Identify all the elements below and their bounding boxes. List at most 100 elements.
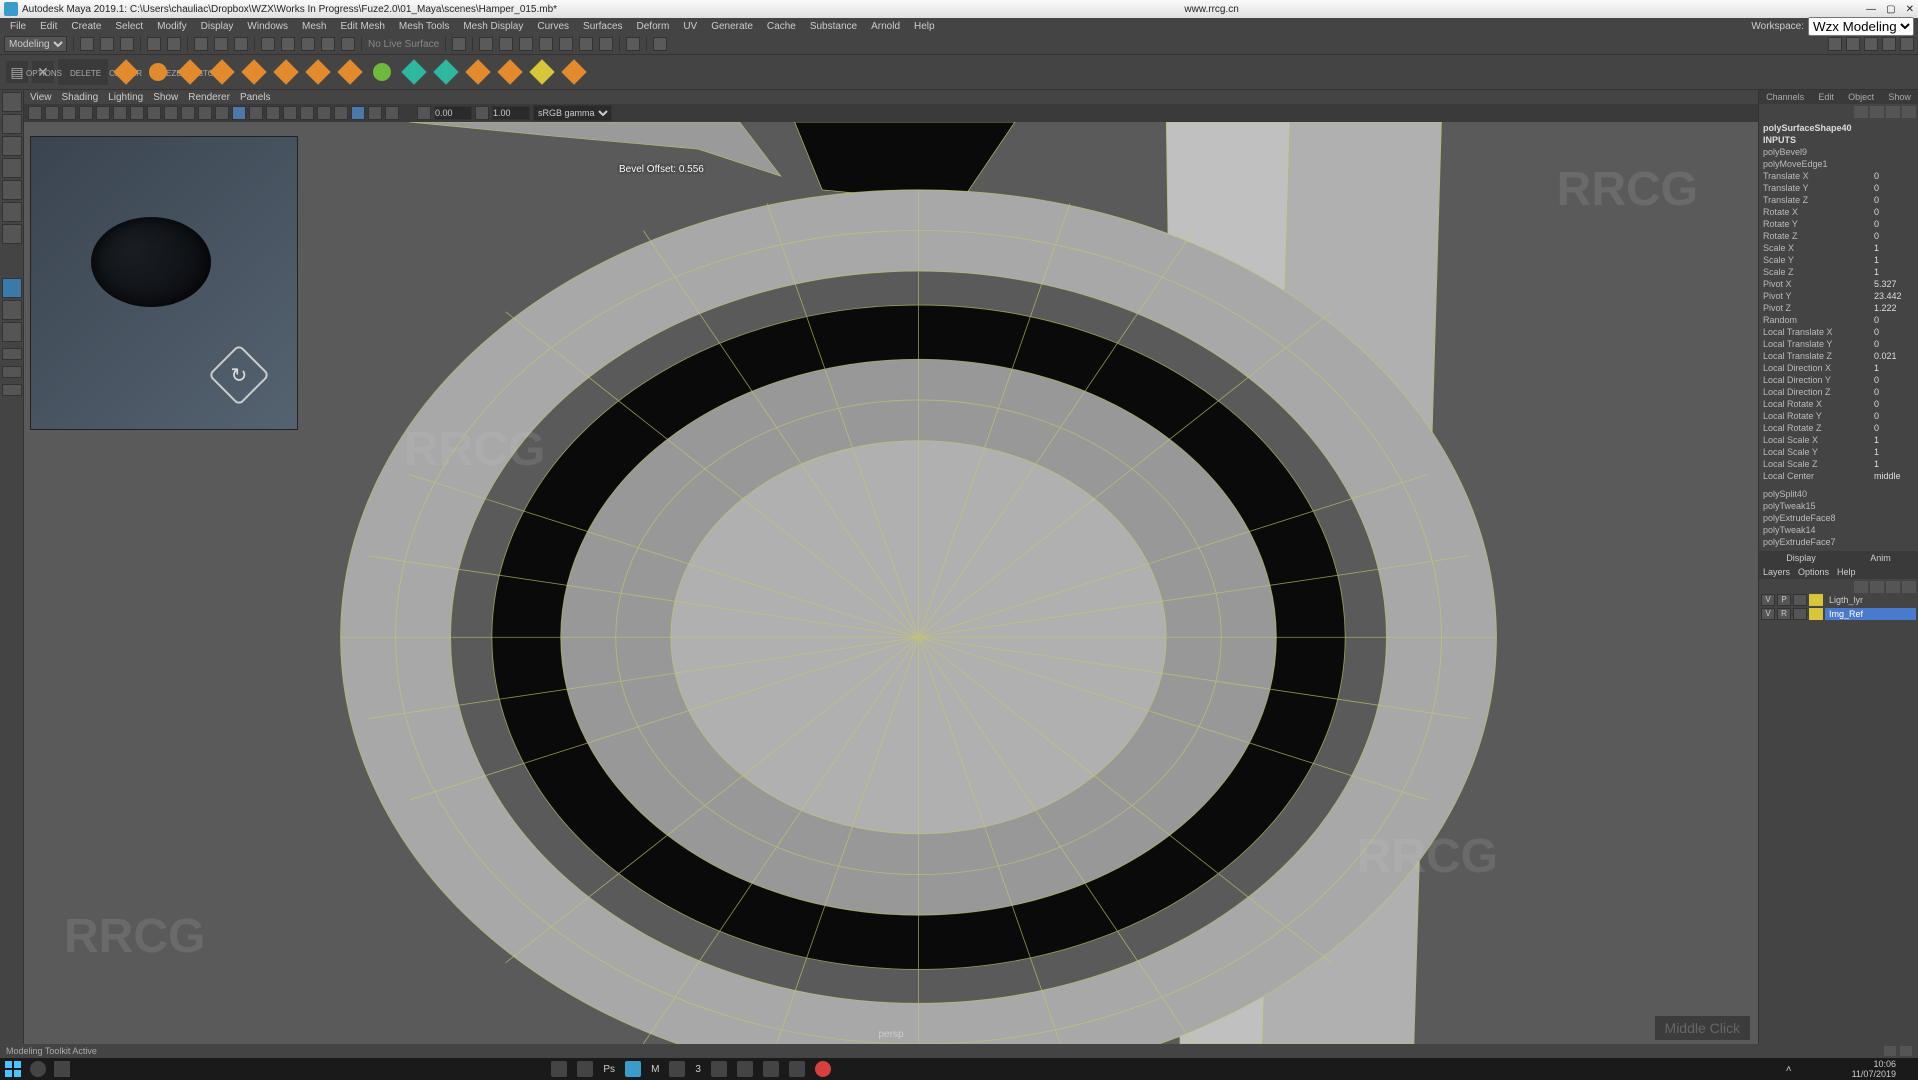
wireframe-icon[interactable] <box>198 106 212 120</box>
menu-uv[interactable]: UV <box>677 21 703 32</box>
attr-editor-toggle-icon[interactable] <box>1864 37 1878 51</box>
cb-history-node[interactable]: polyExtrudeFace8 <box>1759 512 1918 524</box>
shelf-tab-toggle[interactable]: ▤ <box>6 61 28 83</box>
tray-notifications-icon[interactable] <box>1902 1063 1914 1075</box>
cb-tab-channels[interactable]: Channels <box>1766 92 1804 102</box>
cb-history-node[interactable]: polyExtrudeFace7 <box>1759 536 1918 547</box>
script-editor-icon[interactable] <box>1884 1046 1896 1056</box>
lasso-tool[interactable] <box>2 114 22 134</box>
panel-menu-shading[interactable]: Shading <box>62 92 99 103</box>
panel-menu-renderer[interactable]: Renderer <box>188 92 230 103</box>
cb-attr-row[interactable]: Rotate Z0 <box>1759 230 1918 242</box>
shaded-icon[interactable] <box>215 106 229 120</box>
move-tool[interactable] <box>2 158 22 178</box>
cb-attr-row[interactable]: Local Rotate Y0 <box>1759 410 1918 422</box>
xray-icon[interactable] <box>368 106 382 120</box>
xray-joints-icon[interactable] <box>385 106 399 120</box>
save-scene-icon[interactable] <box>120 37 134 51</box>
lights-icon[interactable] <box>266 106 280 120</box>
open-scene-icon[interactable] <box>100 37 114 51</box>
cb-attr-row[interactable]: Rotate X0 <box>1759 206 1918 218</box>
module-select[interactable]: Modeling <box>4 36 67 52</box>
cb-icon-4[interactable] <box>1902 106 1916 118</box>
redo-icon[interactable] <box>167 37 181 51</box>
disp-tab-display[interactable]: Display <box>1786 553 1816 563</box>
layer-tab-options[interactable]: Options <box>1798 567 1829 577</box>
snap-live-icon[interactable] <box>341 37 355 51</box>
snap-point-icon[interactable] <box>301 37 315 51</box>
taskbar-3-icon[interactable]: 3 <box>695 1064 701 1075</box>
select-tool[interactable] <box>2 92 22 112</box>
exposure-field[interactable] <box>434 106 472 120</box>
film-gate-icon[interactable] <box>147 106 161 120</box>
2d-pan-icon[interactable] <box>96 106 110 120</box>
rotate-tool[interactable] <box>2 180 22 200</box>
panel-menu-view[interactable]: View <box>30 92 52 103</box>
cb-tab-object[interactable]: Object <box>1848 92 1874 102</box>
layer-new-selected-icon[interactable] <box>1902 581 1916 593</box>
shelf-target-weld[interactable] <box>528 58 556 86</box>
gamma-icon[interactable] <box>475 106 489 120</box>
outliner-toggle[interactable] <box>2 348 22 360</box>
menu-windows[interactable]: Windows <box>241 21 294 32</box>
shelf-append[interactable] <box>304 58 332 86</box>
shelf-extrude[interactable] <box>208 58 236 86</box>
cb-history-node[interactable]: polyTweak15 <box>1759 500 1918 512</box>
tray-network-icon[interactable] <box>1816 1063 1828 1075</box>
cb-attr-row[interactable]: Local Rotate X0 <box>1759 398 1918 410</box>
layer-new-empty-icon[interactable] <box>1886 581 1900 593</box>
account-icon[interactable] <box>1828 37 1842 51</box>
cb-attr-row[interactable]: Rotate Y0 <box>1759 218 1918 230</box>
channel-box-toggle-icon[interactable] <box>1900 37 1914 51</box>
menu-select[interactable]: Select <box>109 21 149 32</box>
shelf-separate[interactable] <box>432 58 460 86</box>
resolution-gate-icon[interactable] <box>164 106 178 120</box>
gate-mask-icon[interactable] <box>181 106 195 120</box>
layer-move-up-icon[interactable] <box>1854 581 1868 593</box>
cb-attr-row[interactable]: Local Translate Z0.021 <box>1759 350 1918 362</box>
paint-select-tool[interactable] <box>2 136 22 156</box>
taskbar-search-icon[interactable] <box>30 1061 46 1077</box>
lock-camera-icon[interactable] <box>45 106 59 120</box>
taskbar-app6-icon[interactable] <box>789 1061 805 1077</box>
menu-generate[interactable]: Generate <box>705 21 759 32</box>
taskbar-app2-icon[interactable] <box>669 1061 685 1077</box>
cb-shape-node[interactable]: polySurfaceShape40 <box>1759 122 1918 134</box>
panel-menu-show[interactable]: Show <box>153 92 178 103</box>
shelf-multicut[interactable] <box>496 58 524 86</box>
wire-on-shaded-icon[interactable] <box>232 106 246 120</box>
shelf-split[interactable] <box>464 58 492 86</box>
menu-meshtools[interactable]: Mesh Tools <box>393 21 455 32</box>
menu-file[interactable]: File <box>4 21 32 32</box>
menu-editmesh[interactable]: Edit Mesh <box>334 21 390 32</box>
cb-tab-show[interactable]: Show <box>1888 92 1911 102</box>
render-view-icon[interactable] <box>539 37 553 51</box>
tray-up-icon[interactable]: ˄ <box>1786 1064 1792 1075</box>
shelf-prim-cylinder[interactable] <box>176 58 204 86</box>
menu-cache[interactable]: Cache <box>761 21 802 32</box>
cb-attr-row[interactable]: Local Rotate Z0 <box>1759 422 1918 434</box>
cb-attr-row[interactable]: Pivot Z1.222 <box>1759 302 1918 314</box>
panel-menu-panels[interactable]: Panels <box>240 92 271 103</box>
cb-attr-row[interactable]: Pivot X5.327 <box>1759 278 1918 290</box>
cb-attr-row[interactable]: Local Direction Z0 <box>1759 386 1918 398</box>
cb-icon-2[interactable] <box>1870 106 1884 118</box>
menu-create[interactable]: Create <box>65 21 107 32</box>
last-tool[interactable] <box>2 224 22 244</box>
panel-layout-icon[interactable] <box>653 37 667 51</box>
taskbar-record-icon[interactable] <box>815 1061 831 1077</box>
layer-tab-layers[interactable]: Layers <box>1763 567 1790 577</box>
shelf-opt-options[interactable]: OPTIONS <box>26 69 62 78</box>
color-transform-select[interactable]: sRGB gamma <box>533 105 612 121</box>
taskbar-app5-icon[interactable] <box>763 1061 779 1077</box>
menu-modify[interactable]: Modify <box>151 21 192 32</box>
isolate-select-icon[interactable] <box>351 106 365 120</box>
taskbar-app1-icon[interactable] <box>625 1061 641 1077</box>
display-layer-row[interactable]: VR Img_Ref <box>1759 607 1918 621</box>
display-layer-row[interactable]: VP Ligth_lyr <box>1759 593 1918 607</box>
taskbar-chrome-icon[interactable] <box>577 1061 593 1077</box>
script-toggle[interactable] <box>2 384 22 396</box>
graph-toggle[interactable] <box>2 366 22 378</box>
minimize-button[interactable]: — <box>1866 4 1876 15</box>
taskbar-app4-icon[interactable] <box>737 1061 753 1077</box>
